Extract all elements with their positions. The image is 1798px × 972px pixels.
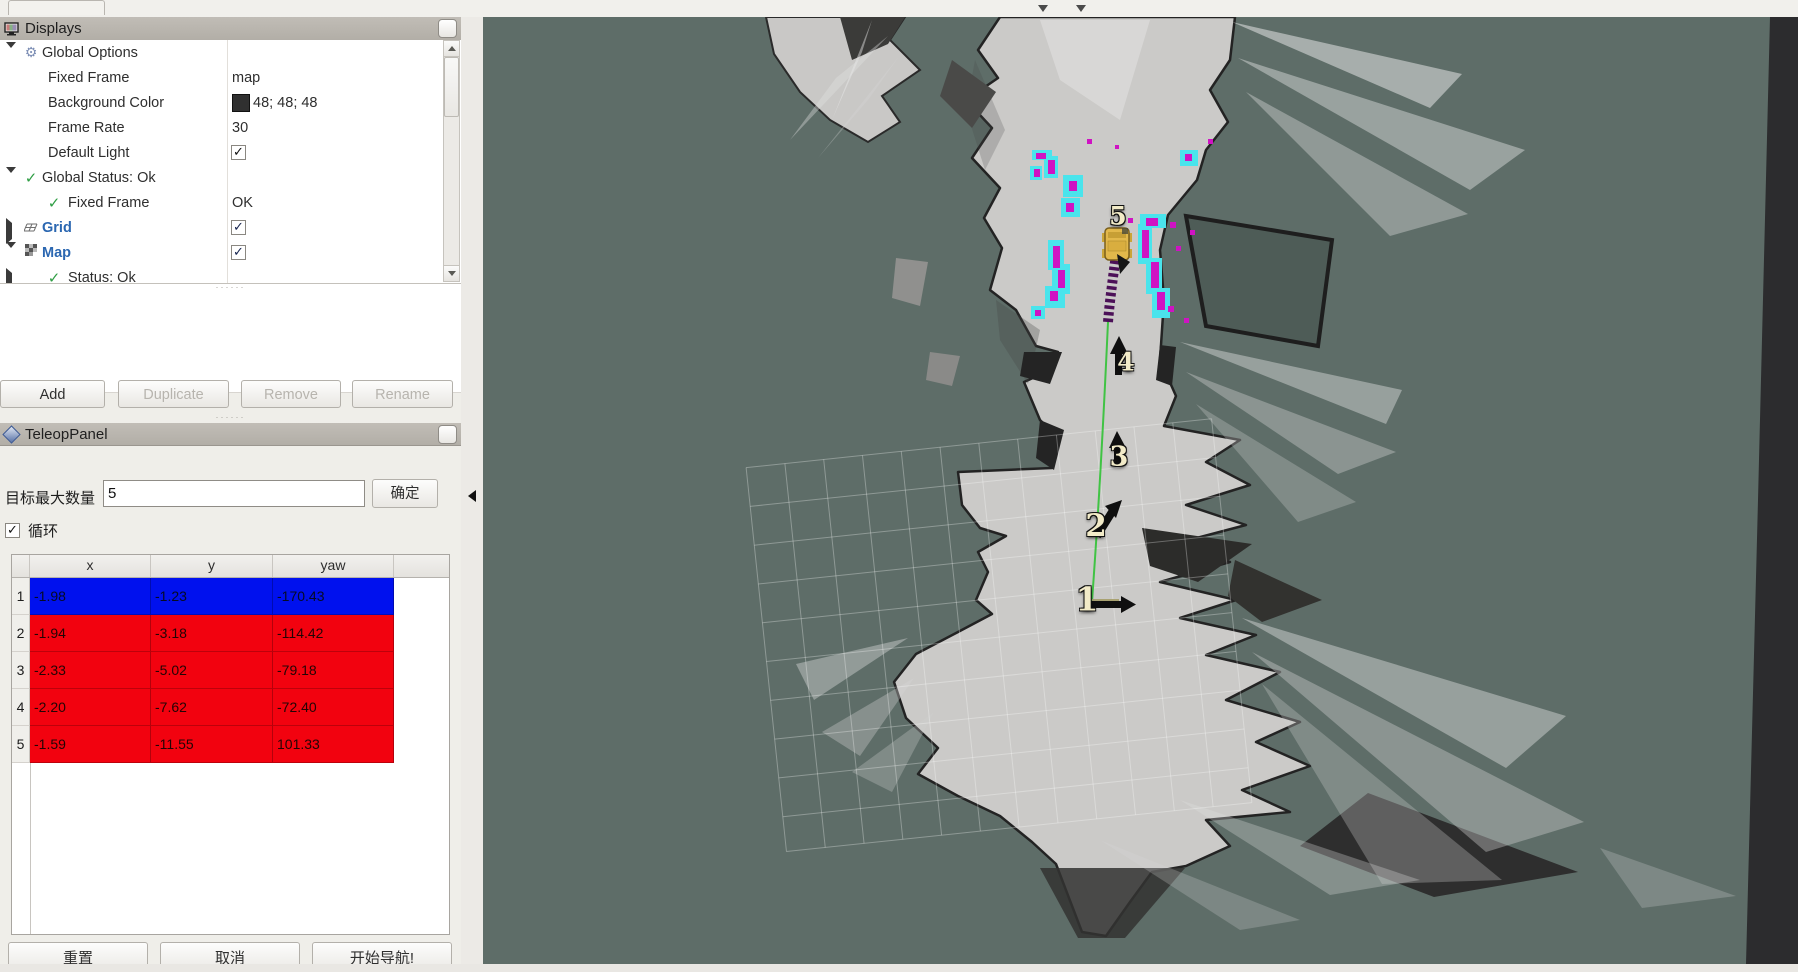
- grid-checkbox[interactable]: ✓: [231, 220, 246, 235]
- cell-yaw[interactable]: -72.40: [273, 689, 394, 726]
- status-ok-check-icon: ✓: [46, 194, 62, 212]
- duplicate-button[interactable]: Duplicate: [118, 380, 229, 408]
- panel-float-button[interactable]: [438, 19, 457, 38]
- waypoint-label-3: 3: [1110, 442, 1129, 473]
- scroll-up-icon: [448, 46, 456, 51]
- map-icon: [23, 244, 39, 261]
- displays-panel-header[interactable]: Displays: [0, 17, 461, 41]
- cell-x[interactable]: -2.20: [30, 689, 151, 726]
- waypoint-label-2: 2: [1085, 508, 1107, 544]
- scroll-up-button[interactable]: [444, 41, 459, 57]
- map-canvas: [483, 17, 1798, 964]
- expand-triangle-icon[interactable]: [6, 268, 12, 285]
- cell-x[interactable]: -1.94: [30, 615, 151, 652]
- teleop-panel-header[interactable]: TeleopPanel: [0, 423, 461, 446]
- tree-row-global-options[interactable]: ⚙ Global Options: [0, 40, 461, 65]
- rename-button[interactable]: Rename: [352, 380, 453, 408]
- table-row[interactable]: 3 -2.33 -5.02 -79.18: [12, 652, 449, 689]
- tree-scrollbar[interactable]: [443, 40, 460, 282]
- teleop-panel-title: TeleopPanel: [25, 426, 108, 443]
- remove-button[interactable]: Remove: [241, 380, 341, 408]
- cell-y[interactable]: -3.18: [151, 615, 273, 652]
- window-bottom-strip: [0, 964, 1798, 972]
- grid-icon: [23, 220, 39, 236]
- add-button[interactable]: Add: [0, 380, 105, 408]
- loop-label: 循环: [28, 520, 58, 541]
- max-goals-label: 目标最大数量: [5, 487, 95, 508]
- splitter-handle[interactable]: ······: [0, 284, 461, 290]
- loop-checkbox[interactable]: ✓: [5, 523, 20, 538]
- toolbar-strip: [0, 0, 1798, 18]
- dropdown-arrow-icon[interactable]: [1076, 5, 1086, 12]
- tree-row-background-color[interactable]: Background Color 48; 48; 48: [0, 90, 461, 115]
- scroll-down-button[interactable]: [444, 265, 459, 281]
- table-row[interactable]: 1 -1.98 -1.23 -170.43: [12, 578, 449, 615]
- waypoint-label-1: 1: [1076, 580, 1099, 619]
- cell-yaw[interactable]: -170.43: [273, 578, 394, 615]
- viewport-void-band: [1746, 17, 1798, 964]
- displays-tree: ⚙ Global Options Fixed Frame map Backgro…: [0, 40, 461, 284]
- status-ok-check-icon: ✓: [23, 169, 39, 187]
- gear-icon: ⚙: [23, 44, 39, 61]
- teleop-panel-body: 目标最大数量 确定 ✓ 循环 x y yaw 1 -1.98: [0, 447, 461, 964]
- confirm-button[interactable]: 确定: [372, 479, 438, 508]
- background-color-value[interactable]: 48; 48; 48: [253, 95, 318, 111]
- cell-y[interactable]: -11.55: [151, 726, 273, 763]
- cell-yaw[interactable]: -79.18: [273, 652, 394, 689]
- panel-viewport-splitter[interactable]: [461, 17, 483, 964]
- table-row[interactable]: 2 -1.94 -3.18 -114.42: [12, 615, 449, 652]
- tree-row-fixed-frame[interactable]: Fixed Frame map: [0, 65, 461, 90]
- table-row[interactable]: 4 -2.20 -7.62 -72.40: [12, 689, 449, 726]
- diamond-icon: [3, 426, 19, 442]
- tree-row-frame-rate[interactable]: Frame Rate 30: [0, 115, 461, 140]
- collapse-triangle-icon[interactable]: [6, 167, 16, 189]
- corner-header: [12, 555, 30, 577]
- frame-rate-value[interactable]: 30: [232, 120, 248, 136]
- collapse-triangle-icon[interactable]: [6, 42, 16, 64]
- displays-panel-title: Displays: [25, 20, 82, 37]
- cell-x[interactable]: -1.98: [30, 578, 151, 615]
- cell-x[interactable]: -1.59: [30, 726, 151, 763]
- toolbar-tab[interactable]: [8, 0, 105, 15]
- cell-x[interactable]: -2.33: [30, 652, 151, 689]
- tree-row-grid[interactable]: Grid ✓: [0, 215, 461, 240]
- rviz-window: Displays ⚙ Global Options Fixed Frame ma…: [0, 0, 1798, 972]
- tree-row-status-fixed-frame[interactable]: ✓ Fixed Frame OK: [0, 190, 461, 215]
- column-header-x[interactable]: x: [30, 555, 151, 577]
- render-viewport[interactable]: 5 4 3 2 1: [483, 17, 1798, 964]
- column-header-yaw[interactable]: yaw: [273, 555, 394, 577]
- cell-yaw[interactable]: 101.33: [273, 726, 394, 763]
- column-header-y[interactable]: y: [151, 555, 273, 577]
- waypoint-table-header: x y yaw: [12, 555, 449, 578]
- status-ok-check-icon: ✓: [46, 269, 62, 285]
- scroll-down-icon: [448, 271, 456, 276]
- collapse-panel-icon[interactable]: [468, 490, 476, 502]
- displays-lower-area: ······: [0, 284, 461, 393]
- max-goals-input[interactable]: [103, 480, 365, 507]
- collapse-triangle-icon[interactable]: [6, 242, 16, 264]
- monitor-icon: [3, 21, 19, 37]
- scrollbar-thumb[interactable]: [444, 57, 459, 117]
- tree-row-map[interactable]: Map ✓: [0, 240, 461, 265]
- dropdown-arrow-icon[interactable]: [1038, 5, 1048, 12]
- waypoint-table: x y yaw 1 -1.98 -1.23 -170.43 2 -1.94 -3…: [11, 554, 450, 935]
- waypoint-label-5: 5: [1109, 202, 1126, 231]
- cell-yaw[interactable]: -114.42: [273, 615, 394, 652]
- tree-row-default-light[interactable]: Default Light ✓: [0, 140, 461, 165]
- splitter-handle[interactable]: ······: [0, 414, 461, 420]
- cell-y[interactable]: -5.02: [151, 652, 273, 689]
- color-swatch[interactable]: [232, 94, 250, 112]
- map-checkbox[interactable]: ✓: [231, 245, 246, 260]
- panel-float-button[interactable]: [438, 425, 457, 444]
- fixed-frame-status-value: OK: [232, 195, 253, 211]
- left-panel-column: Displays ⚙ Global Options Fixed Frame ma…: [0, 17, 461, 964]
- tree-row-global-status[interactable]: ✓ Global Status: Ok: [0, 165, 461, 190]
- default-light-checkbox[interactable]: ✓: [231, 145, 246, 160]
- table-row[interactable]: 5 -1.59 -11.55 101.33: [12, 726, 449, 763]
- cell-y[interactable]: -7.62: [151, 689, 273, 726]
- cell-y[interactable]: -1.23: [151, 578, 273, 615]
- waypoint-label-4: 4: [1117, 348, 1134, 377]
- fixed-frame-value[interactable]: map: [232, 70, 260, 86]
